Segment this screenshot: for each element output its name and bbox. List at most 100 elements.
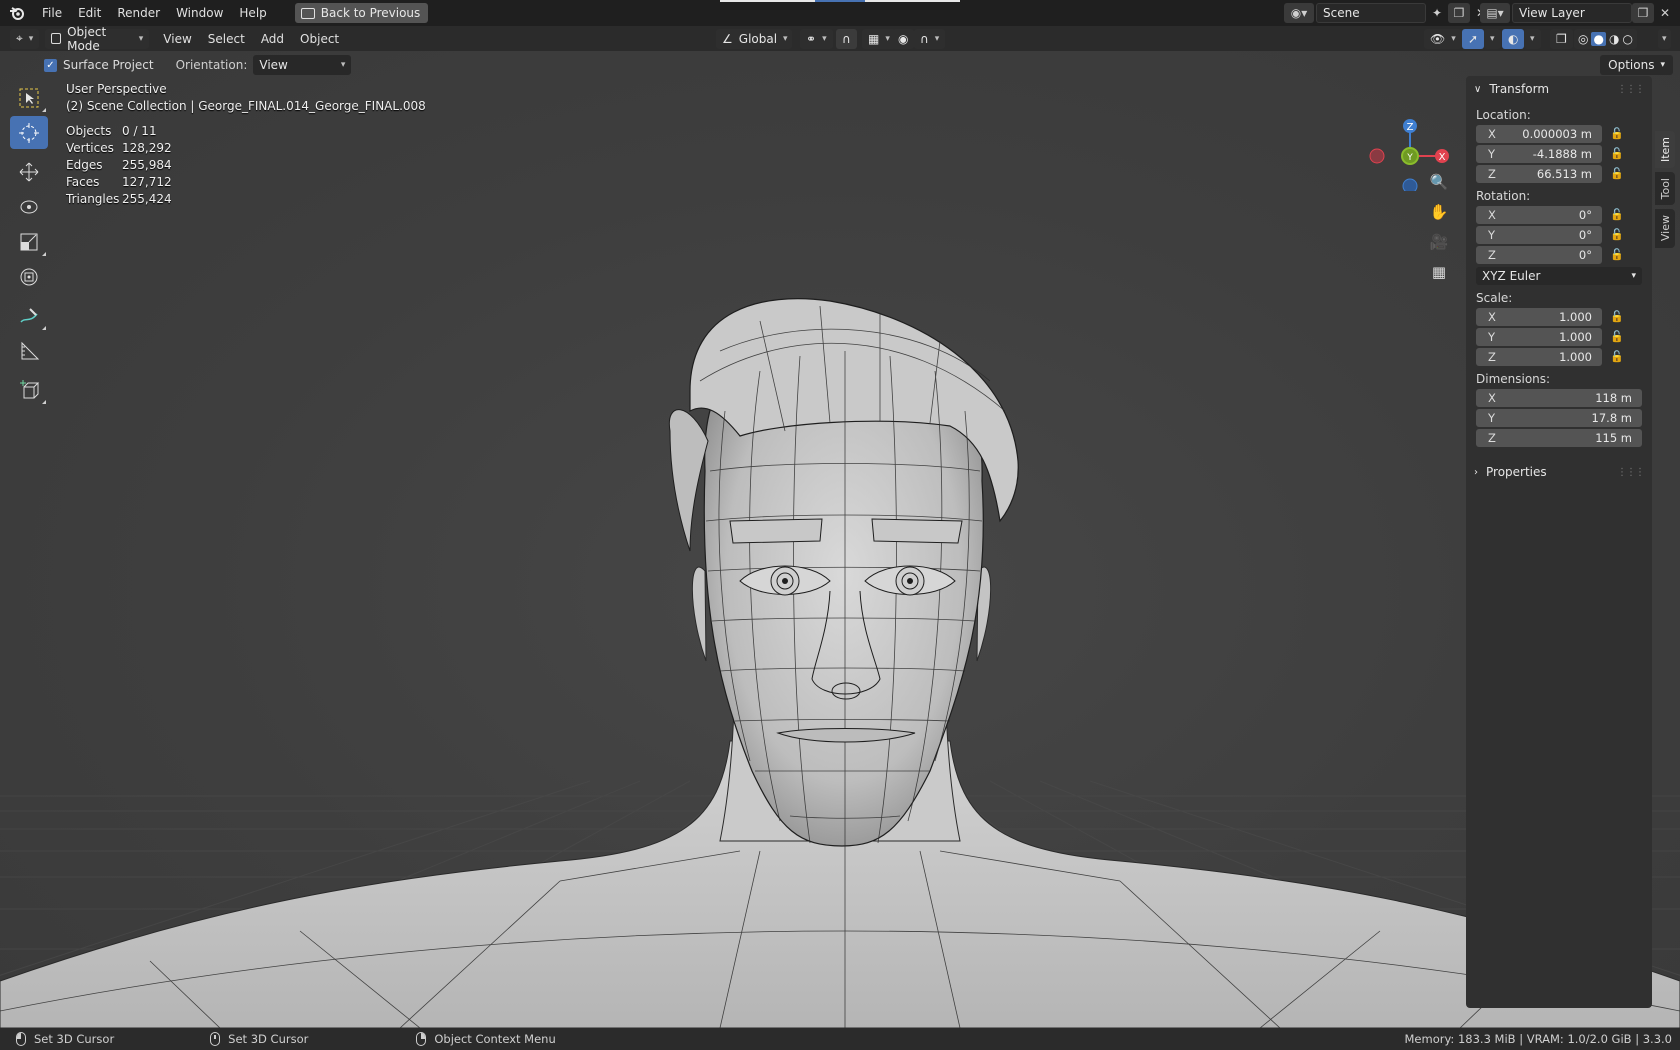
gizmo-toggle[interactable]: ➚ bbox=[1462, 28, 1485, 49]
zoom-view-button[interactable]: 🔍 bbox=[1425, 168, 1453, 196]
scale-z-field[interactable]: Z 1.000 bbox=[1476, 347, 1602, 366]
rotate-tool[interactable] bbox=[10, 190, 48, 223]
sidebar-panel: ∨ Transform ⋮⋮⋮ Location: X 0.000003 m 🔓 Y… bbox=[1466, 76, 1652, 1008]
scale-x-field[interactable]: X 1.000 bbox=[1476, 307, 1602, 326]
snap-toggle[interactable]: ∩ bbox=[836, 28, 857, 49]
lock-icon[interactable]: 🔓 bbox=[1602, 248, 1632, 261]
lock-icon[interactable]: 🔓 bbox=[1602, 310, 1632, 323]
3d-viewport[interactable]: ✓ Surface Project Orientation: View ▾ Op… bbox=[0, 51, 1680, 1028]
falloff-dropdown[interactable]: ∩ ▾ bbox=[914, 28, 946, 49]
transform-panel-header[interactable]: ∨ Transform ⋮⋮⋮ bbox=[1466, 76, 1652, 102]
xray-toggle[interactable]: ❐ bbox=[1550, 28, 1573, 49]
select-box-icon bbox=[19, 88, 39, 107]
snap-grid-icon: ▦ bbox=[868, 31, 880, 46]
rotation-z-field[interactable]: Z 0° bbox=[1476, 245, 1602, 264]
menu-edit[interactable]: Edit bbox=[70, 2, 109, 24]
blender-logo-icon[interactable] bbox=[6, 2, 28, 24]
camera-view-button[interactable]: 🎥 bbox=[1425, 228, 1453, 256]
add-cube-tool[interactable] bbox=[10, 373, 48, 406]
overlays-dropdown[interactable]: ▾ bbox=[1524, 28, 1541, 49]
delete-view-layer-icon[interactable]: ✕ bbox=[1654, 3, 1676, 23]
overlays-toggle[interactable]: ◐ bbox=[1502, 28, 1525, 49]
material-preview-shading-icon[interactable]: ◑ bbox=[1609, 32, 1619, 46]
solid-shading-icon[interactable]: ● bbox=[1591, 31, 1606, 46]
lock-icon[interactable]: 🔓 bbox=[1602, 228, 1632, 241]
header-menu-select[interactable]: Select bbox=[200, 32, 253, 46]
tab-view[interactable]: View bbox=[1655, 209, 1675, 248]
location-x-field[interactable]: X 0.000003 m bbox=[1476, 124, 1602, 143]
shading-modes: ◎ ● ◑ ○ bbox=[1574, 28, 1637, 49]
snap-target-dropdown[interactable]: ▦ ▾ bbox=[862, 28, 896, 49]
gizmo-neg-x-axis[interactable] bbox=[1369, 148, 1385, 164]
wireframe-shading-icon[interactable]: ◎ bbox=[1578, 32, 1588, 46]
lock-icon[interactable]: 🔓 bbox=[1602, 127, 1632, 140]
new-scene-icon[interactable]: ❐ bbox=[1448, 3, 1470, 23]
view-layer-field[interactable]: View Layer bbox=[1512, 3, 1632, 23]
tab-tool[interactable]: Tool bbox=[1655, 172, 1675, 206]
back-to-previous-button[interactable]: Back to Previous bbox=[294, 3, 429, 23]
view-layer-browse-icon[interactable]: ▤▾ bbox=[1480, 3, 1510, 23]
perspective-toggle-button[interactable]: ▦ bbox=[1425, 258, 1453, 286]
lock-icon[interactable]: 🔓 bbox=[1602, 167, 1632, 180]
surface-project-checkbox[interactable]: ✓ bbox=[44, 58, 57, 72]
mode-dropdown[interactable]: Object Mode ▾ bbox=[45, 25, 150, 53]
transform-icon bbox=[20, 268, 38, 285]
drag-grip-icon[interactable]: ⋮⋮⋮ bbox=[1617, 467, 1645, 478]
sidebar-tabs: Item Tool View bbox=[1655, 131, 1677, 252]
pan-view-button[interactable]: ✋ bbox=[1425, 198, 1453, 226]
select-box-tool[interactable] bbox=[10, 81, 48, 114]
menu-render[interactable]: Render bbox=[109, 2, 168, 24]
annotate-tool[interactable] bbox=[10, 299, 48, 332]
lock-icon[interactable]: 🔓 bbox=[1602, 208, 1632, 221]
visibility-dropdown[interactable]: 👁 ▾ bbox=[1424, 28, 1462, 49]
cursor-tool[interactable] bbox=[10, 116, 48, 149]
dimensions-x-field[interactable]: X 118 m bbox=[1476, 388, 1642, 407]
measure-ruler-icon bbox=[21, 341, 40, 359]
scene-name: Scene bbox=[1323, 6, 1360, 20]
transform-orientation-dropdown[interactable]: ∠ Global ▾ bbox=[716, 28, 792, 49]
location-z-field[interactable]: Z 66.513 m bbox=[1476, 164, 1602, 183]
gizmo-neg-z-axis[interactable] bbox=[1402, 178, 1418, 191]
rendered-shading-icon[interactable]: ○ bbox=[1622, 32, 1632, 46]
dimensions-y-field[interactable]: Y 17.8 m bbox=[1476, 408, 1642, 427]
shading-dropdown[interactable]: ▾ bbox=[1658, 28, 1671, 49]
scene-name-field[interactable]: Scene bbox=[1316, 3, 1426, 23]
location-y-field[interactable]: Y -4.1888 m bbox=[1476, 144, 1602, 163]
proportional-edit-toggle[interactable]: ◉ bbox=[892, 28, 915, 49]
scale-tool[interactable] bbox=[10, 225, 48, 258]
rotation-z-row: Z 0° 🔓 bbox=[1466, 245, 1652, 264]
pivot-point-dropdown[interactable]: ⚭ ▾ bbox=[800, 28, 833, 49]
dimensions-z-field[interactable]: Z 115 m bbox=[1476, 428, 1642, 447]
editor-type-dropdown[interactable]: ⌖ ▾ bbox=[10, 28, 40, 49]
navigation-gizmo[interactable]: Z X Y bbox=[1365, 81, 1475, 191]
rotation-mode-dropdown[interactable]: XYZ Euler ▾ bbox=[1476, 267, 1642, 285]
gizmo-dropdown[interactable]: ▾ bbox=[1484, 28, 1501, 49]
menu-file[interactable]: File bbox=[34, 2, 70, 24]
lock-icon[interactable]: 🔓 bbox=[1602, 330, 1632, 343]
transform-tool[interactable] bbox=[10, 260, 48, 293]
status-right-click: Object Context Menu bbox=[416, 1032, 556, 1046]
scene-browse-icon[interactable]: ◉▾ bbox=[1284, 3, 1314, 23]
overlays-icon: ◐ bbox=[1508, 31, 1519, 46]
orientation-dropdown[interactable]: View ▾ bbox=[253, 55, 352, 75]
header-menu-object[interactable]: Object bbox=[292, 32, 347, 46]
measure-tool[interactable] bbox=[10, 334, 48, 367]
menu-help[interactable]: Help bbox=[231, 2, 274, 24]
rotation-y-field[interactable]: Y 0° bbox=[1476, 225, 1602, 244]
scale-y-field[interactable]: Y 1.000 bbox=[1476, 327, 1602, 346]
mouse-right-icon bbox=[416, 1032, 427, 1046]
tab-item[interactable]: Item bbox=[1655, 131, 1675, 169]
header-menu-view[interactable]: View bbox=[155, 32, 199, 46]
pin-scene-icon[interactable]: ✦ bbox=[1426, 3, 1448, 23]
pivot-icon: ⚭ bbox=[806, 31, 817, 46]
new-view-layer-icon[interactable]: ❐ bbox=[1632, 3, 1654, 23]
menu-window[interactable]: Window bbox=[168, 2, 231, 24]
options-dropdown[interactable]: Options ▾ bbox=[1600, 55, 1673, 75]
header-menu-add[interactable]: Add bbox=[253, 32, 292, 46]
properties-panel-header[interactable]: › Properties ⋮⋮⋮ bbox=[1466, 459, 1652, 485]
lock-icon[interactable]: 🔓 bbox=[1602, 350, 1632, 363]
drag-grip-icon[interactable]: ⋮⋮⋮ bbox=[1617, 84, 1645, 95]
move-tool[interactable] bbox=[10, 155, 48, 188]
rotation-x-field[interactable]: X 0° bbox=[1476, 205, 1602, 224]
lock-icon[interactable]: 🔓 bbox=[1602, 147, 1632, 160]
